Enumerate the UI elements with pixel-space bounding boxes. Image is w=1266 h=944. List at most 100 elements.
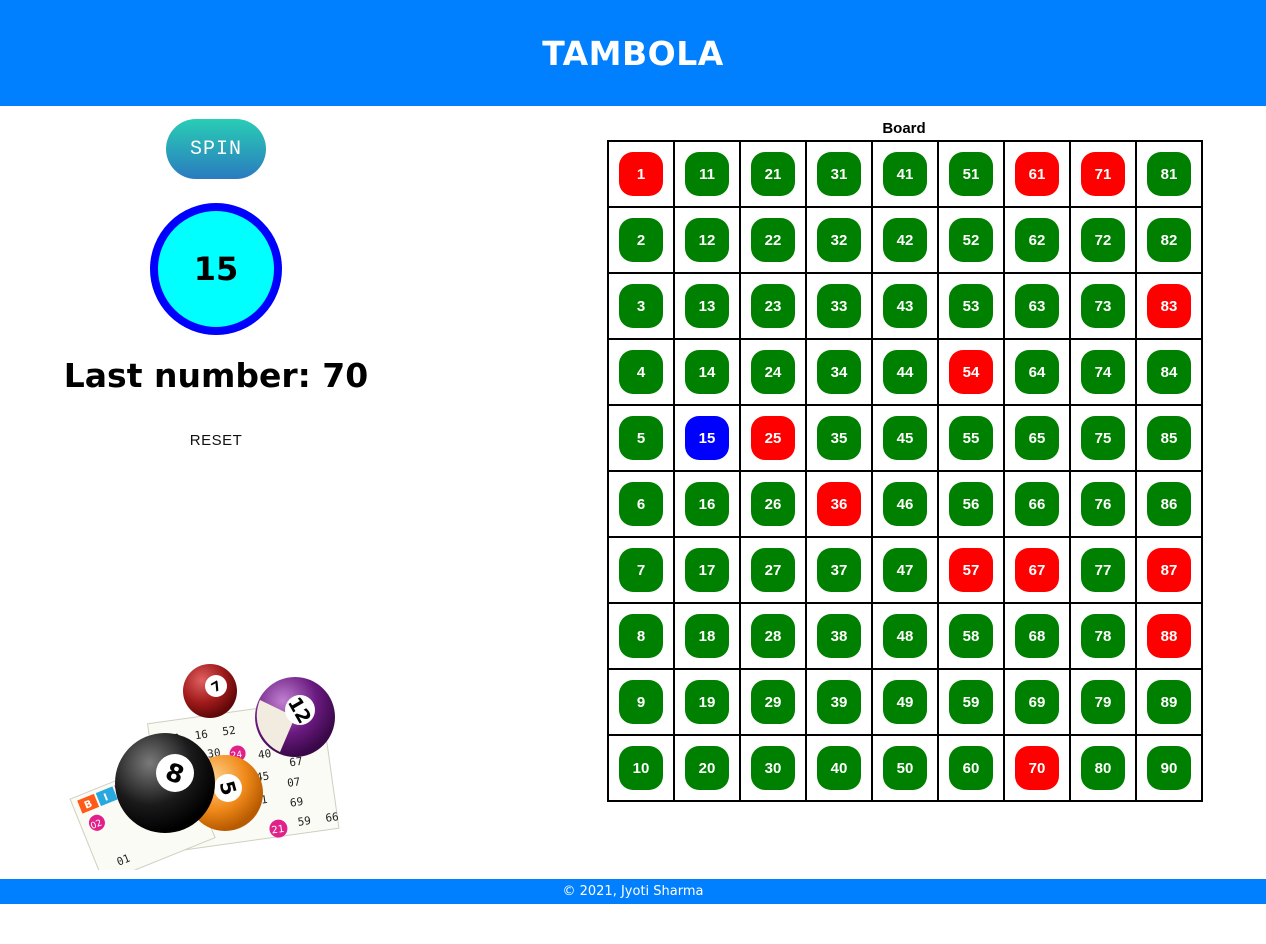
board-cell: 73 — [1071, 274, 1135, 338]
board-cell: 65 — [1005, 406, 1069, 470]
number-ball-5: 5 — [619, 416, 663, 460]
number-ball-14: 14 — [685, 350, 729, 394]
board-cell: 81 — [1137, 142, 1201, 206]
number-ball-68: 68 — [1015, 614, 1059, 658]
board-cell: 18 — [675, 604, 739, 668]
number-ball-36: 36 — [817, 482, 861, 526]
number-ball-44: 44 — [883, 350, 927, 394]
number-ball-17: 17 — [685, 548, 729, 592]
board-cell: 7 — [609, 538, 673, 602]
board-cell: 47 — [873, 538, 937, 602]
number-ball-63: 63 — [1015, 284, 1059, 328]
board-cell: 11 — [675, 142, 739, 206]
number-ball-8: 8 — [619, 614, 663, 658]
board-cell: 37 — [807, 538, 871, 602]
number-ball-32: 32 — [817, 218, 861, 262]
board-cell: 12 — [675, 208, 739, 272]
number-ball-7: 7 — [619, 548, 663, 592]
board-cell: 74 — [1071, 340, 1135, 404]
number-ball-80: 80 — [1081, 746, 1125, 790]
card-number: 21 — [271, 824, 285, 837]
number-ball-23: 23 — [751, 284, 795, 328]
board-cell: 15 — [675, 406, 739, 470]
reset-button[interactable]: RESET — [166, 428, 266, 452]
number-ball-69: 69 — [1015, 680, 1059, 724]
board-cell: 40 — [807, 736, 871, 800]
board-cell: 32 — [807, 208, 871, 272]
board-cell: 44 — [873, 340, 937, 404]
number-ball-39: 39 — [817, 680, 861, 724]
number-ball-13: 13 — [685, 284, 729, 328]
number-ball-49: 49 — [883, 680, 927, 724]
board-cell: 66 — [1005, 472, 1069, 536]
board-cell: 64 — [1005, 340, 1069, 404]
board-cell: 60 — [939, 736, 1003, 800]
board-cell: 89 — [1137, 670, 1201, 734]
board-cell: 26 — [741, 472, 805, 536]
board-cell: 53 — [939, 274, 1003, 338]
board-cell: 33 — [807, 274, 871, 338]
number-ball-37: 37 — [817, 548, 861, 592]
number-ball-61: 61 — [1015, 152, 1059, 196]
card-number: 07 — [286, 775, 301, 790]
number-ball-60: 60 — [949, 746, 993, 790]
spin-button[interactable]: SPIN — [166, 119, 266, 179]
board-cell: 25 — [741, 406, 805, 470]
number-ball-88: 88 — [1147, 614, 1191, 658]
card-number: 16 — [194, 728, 209, 743]
app-title: TAMBOLA — [542, 33, 724, 73]
number-ball-64: 64 — [1015, 350, 1059, 394]
board-cell: 4 — [609, 340, 673, 404]
card-number: 52 — [222, 724, 237, 739]
card-number: 66 — [325, 810, 340, 825]
card-number: 40 — [257, 747, 272, 762]
number-ball-58: 58 — [949, 614, 993, 658]
number-ball-11: 11 — [685, 152, 729, 196]
number-ball-51: 51 — [949, 152, 993, 196]
board-cell: 80 — [1071, 736, 1135, 800]
number-ball-70: 70 — [1015, 746, 1059, 790]
number-ball-22: 22 — [751, 218, 795, 262]
number-ball-78: 78 — [1081, 614, 1125, 658]
number-ball-54: 54 — [949, 350, 993, 394]
board-cell: 3 — [609, 274, 673, 338]
number-ball-10: 10 — [619, 746, 663, 790]
number-ball-62: 62 — [1015, 218, 1059, 262]
board-cell: 35 — [807, 406, 871, 470]
board-cell: 70 — [1005, 736, 1069, 800]
number-ball-30: 30 — [751, 746, 795, 790]
board-cell: 56 — [939, 472, 1003, 536]
board-cell: 79 — [1071, 670, 1135, 734]
number-ball-83: 83 — [1147, 284, 1191, 328]
number-ball-47: 47 — [883, 548, 927, 592]
board-cell: 48 — [873, 604, 937, 668]
number-ball-9: 9 — [619, 680, 663, 724]
number-ball-18: 18 — [685, 614, 729, 658]
board-cell: 46 — [873, 472, 937, 536]
board-cell: 9 — [609, 670, 673, 734]
board-cell: 51 — [939, 142, 1003, 206]
board-cell: 55 — [939, 406, 1003, 470]
board-cell: 87 — [1137, 538, 1201, 602]
board-cell: 69 — [1005, 670, 1069, 734]
number-ball-73: 73 — [1081, 284, 1125, 328]
number-ball-77: 77 — [1081, 548, 1125, 592]
board-title: Board — [882, 120, 926, 137]
number-ball-72: 72 — [1081, 218, 1125, 262]
board-cell: 68 — [1005, 604, 1069, 668]
number-ball-24: 24 — [751, 350, 795, 394]
board-cell: 5 — [609, 406, 673, 470]
number-ball-6: 6 — [619, 482, 663, 526]
board-cell: 90 — [1137, 736, 1201, 800]
number-ball-3: 3 — [619, 284, 663, 328]
number-ball-81: 81 — [1147, 152, 1191, 196]
bingo-balls-illustration: 30 16 52 30 40 67 45 07 51 69 59 66 21 2… — [69, 664, 340, 870]
board-cell: 72 — [1071, 208, 1135, 272]
board-cell: 58 — [939, 604, 1003, 668]
number-ball-2: 2 — [619, 218, 663, 262]
number-ball-16: 16 — [685, 482, 729, 526]
app-header: TAMBOLA — [0, 0, 1266, 106]
number-ball-43: 43 — [883, 284, 927, 328]
number-ball-27: 27 — [751, 548, 795, 592]
number-ball-66: 66 — [1015, 482, 1059, 526]
